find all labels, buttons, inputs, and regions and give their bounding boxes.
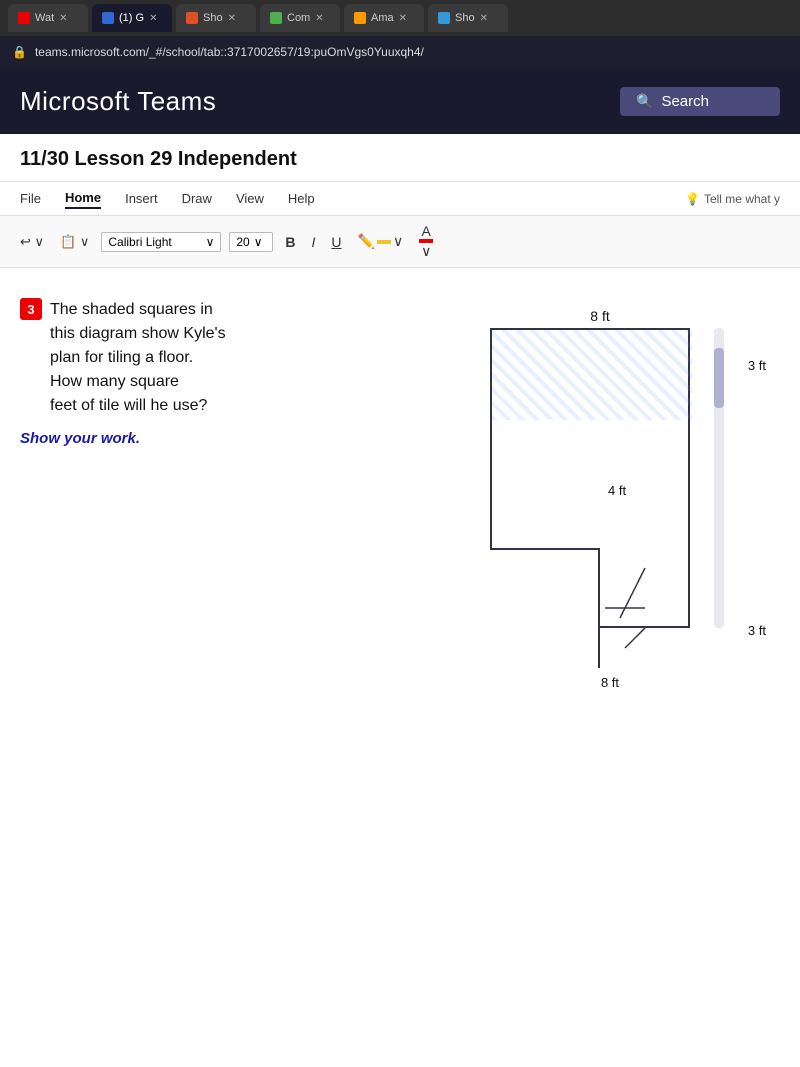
question-line5: feet of tile will he use?	[50, 394, 226, 418]
search-label: Search	[661, 93, 709, 110]
search-bar[interactable]: 🔍 Search	[620, 87, 780, 116]
font-name: Calibri Light	[108, 235, 171, 249]
question-line4: How many square	[50, 370, 226, 394]
question-header: 3 The shaded squares in this diagram sho…	[20, 298, 380, 418]
show-work: Show your work.	[20, 430, 380, 447]
dim-top: 8 ft	[590, 308, 609, 324]
tab-amazon[interactable]: Ama ✕	[344, 4, 424, 32]
question-number: 3	[20, 298, 42, 320]
teams-title: Microsoft Teams	[20, 86, 216, 117]
address-bar: 🔒 teams.microsoft.com/_#/school/tab::371…	[0, 36, 800, 68]
question-line2: this diagram show Kyle's	[50, 322, 226, 346]
tab-watch-icon	[18, 12, 30, 24]
teams-header: Microsoft Teams 🔍 Search	[0, 68, 800, 134]
font-color-label: A	[422, 223, 431, 239]
scrollbar-thumb[interactable]	[714, 348, 724, 408]
tab-google-label: (1) G	[119, 12, 144, 24]
tab-com-close[interactable]: ✕	[315, 13, 323, 24]
scrollbar[interactable]	[714, 328, 724, 628]
search-icon: 🔍	[636, 93, 653, 110]
tab-shop1-label: Sho	[203, 12, 223, 24]
tab-shop2-label: Sho	[455, 12, 475, 24]
lesson-title-bar: 11/30 Lesson 29 Independent	[0, 134, 800, 182]
dim-bottom: 8 ft	[601, 675, 619, 690]
underline-button[interactable]: U	[327, 232, 345, 252]
tab-shop1-icon	[186, 12, 198, 24]
tab-com-label: Com	[287, 12, 310, 24]
tab-google-close[interactable]: ✕	[149, 13, 157, 24]
lightbulb-icon: 💡	[685, 192, 700, 206]
lock-icon: 🔒	[12, 45, 27, 59]
dim-right-bottom: 3 ft	[748, 623, 766, 638]
tab-shop1[interactable]: Sho ✕	[176, 4, 256, 32]
tab-shop2[interactable]: Sho ✕	[428, 4, 508, 32]
question-line3: plan for tiling a floor.	[50, 346, 226, 370]
tab-watch-close[interactable]: ✕	[59, 13, 67, 24]
tab-com-icon	[270, 12, 282, 24]
menu-help[interactable]: Help	[288, 189, 315, 208]
floor-diagram: 3 ft 4 ft 3 ft 8 ft	[490, 328, 730, 668]
tab-watch[interactable]: Wat ✕	[8, 4, 88, 32]
menu-draw[interactable]: Draw	[182, 189, 212, 208]
shade-top	[492, 330, 692, 420]
font-dropdown-icon: ∨	[206, 235, 215, 249]
dim-right-top: 3 ft	[748, 358, 766, 373]
tab-watch-label: Wat	[35, 12, 54, 24]
tab-com[interactable]: Com ✕	[260, 4, 340, 32]
tab-shop2-close[interactable]: ✕	[480, 13, 488, 24]
question-line1: The shaded squares in	[50, 298, 226, 322]
font-selector[interactable]: Calibri Light ∨	[101, 232, 221, 252]
tell-me[interactable]: 💡 Tell me what y	[685, 192, 780, 206]
toolbar: ↩︎ ∨ 📋 ∨ Calibri Light ∨ 20 ∨ B I U ✏️ ∨…	[0, 216, 800, 268]
menu-insert[interactable]: Insert	[125, 189, 158, 208]
font-color-chevron: ∨	[421, 243, 431, 260]
bold-button[interactable]: B	[281, 232, 299, 252]
tab-amazon-label: Ama	[371, 12, 394, 24]
diagram-section: 8 ft	[420, 298, 780, 948]
highlight-chevron: ∨	[393, 233, 403, 250]
font-color-button[interactable]: A ∨	[415, 221, 437, 262]
menu-home[interactable]: Home	[65, 188, 101, 209]
undo-button[interactable]: ↩︎ ∨	[16, 232, 48, 252]
italic-button[interactable]: I	[307, 232, 319, 252]
tab-shop1-close[interactable]: ✕	[228, 13, 236, 24]
browser-tab-bar: Wat ✕ (1) G ✕ Sho ✕ Com ✕ Ama ✕ Sho ✕	[0, 0, 800, 36]
menu-file[interactable]: File	[20, 189, 41, 208]
question-section: 3 The shaded squares in this diagram sho…	[20, 298, 380, 948]
inner-cutout	[490, 548, 600, 668]
menu-view[interactable]: View	[236, 189, 264, 208]
clipboard-button[interactable]: 📋 ∨	[56, 232, 93, 252]
tab-amazon-close[interactable]: ✕	[399, 13, 407, 24]
font-size: 20	[236, 235, 249, 249]
size-dropdown-icon: ∨	[254, 235, 263, 249]
tab-google[interactable]: (1) G ✕	[92, 4, 172, 32]
tab-amazon-icon	[354, 12, 366, 24]
tab-shop2-icon	[438, 12, 450, 24]
menu-bar: File Home Insert Draw View Help 💡 Tell m…	[0, 182, 800, 216]
diagram-wrapper: 8 ft	[490, 328, 710, 668]
dim-inner: 4 ft	[608, 483, 626, 608]
content-area: 3 The shaded squares in this diagram sho…	[0, 268, 800, 968]
question-text: The shaded squares in this diagram show …	[50, 298, 226, 418]
lesson-title: 11/30 Lesson 29 Independent	[20, 148, 297, 170]
highlight-color-bar	[377, 240, 391, 244]
tab-google-icon	[102, 12, 114, 24]
highlight-pencil-icon: ✏️	[358, 233, 375, 250]
address-text[interactable]: teams.microsoft.com/_#/school/tab::37170…	[35, 45, 788, 59]
highlight-button[interactable]: ✏️ ∨	[354, 231, 408, 252]
size-selector[interactable]: 20 ∨	[229, 232, 273, 252]
tell-me-text: Tell me what y	[704, 192, 780, 206]
